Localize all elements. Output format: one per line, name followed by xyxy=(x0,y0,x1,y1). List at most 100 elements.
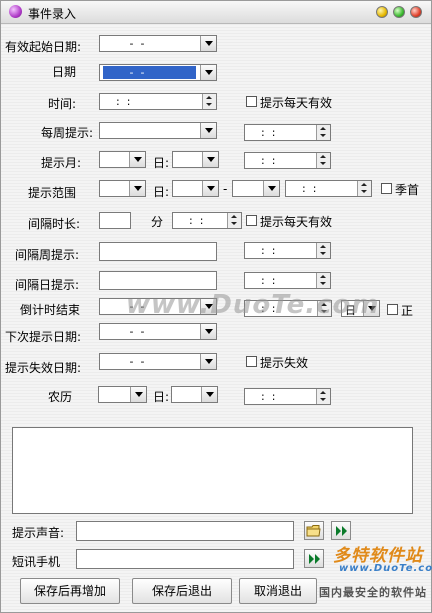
chevron-down-icon[interactable] xyxy=(200,36,216,51)
chevron-down-icon[interactable] xyxy=(129,181,145,196)
event-entry-window: 事件录入 有效起始日期: - - 日期 - - 时间: : : 提示每天有效 每… xyxy=(0,0,432,613)
valid-start-date-label: 有效起始日期: xyxy=(5,40,82,54)
save-and-add-button[interactable]: 保存后再增加 xyxy=(20,578,120,604)
play-icon xyxy=(309,554,320,564)
spinner-arrows-icon[interactable] xyxy=(317,301,331,316)
lunar-month-dropdown[interactable] xyxy=(98,386,147,403)
interval-daily-valid-label: 提示每天有效 xyxy=(260,215,333,229)
chevron-down-icon[interactable] xyxy=(202,152,218,167)
daily-valid-label: 提示每天有效 xyxy=(260,96,333,110)
quarter-first-checkbox[interactable] xyxy=(381,183,392,194)
lunar-day-label: 日: xyxy=(153,390,170,404)
interval-week-time-spinner[interactable]: : : xyxy=(244,242,331,259)
weekly-time-spinner[interactable]: : : xyxy=(244,124,331,141)
minute-label: 分 xyxy=(151,215,164,229)
chevron-down-icon[interactable] xyxy=(130,387,146,402)
countdown-end-label: 倒计时结束 xyxy=(20,303,81,317)
spinner-arrows-icon[interactable] xyxy=(316,125,330,140)
expire-checkbox[interactable] xyxy=(246,356,257,367)
watermark-slogan: 国内最安全的软件站 xyxy=(319,586,427,599)
spinner-arrows-icon[interactable] xyxy=(316,243,330,258)
range-time-spinner[interactable]: : : xyxy=(285,180,372,197)
month-time-spinner[interactable]: : : xyxy=(244,152,331,169)
chevron-down-icon[interactable] xyxy=(200,354,216,369)
interval-day-time-spinner[interactable]: : : xyxy=(244,272,331,289)
spinner-arrows-icon[interactable] xyxy=(357,181,371,196)
positive-label: 正 xyxy=(401,304,414,318)
cancel-exit-button[interactable]: 取消退出 xyxy=(239,578,317,604)
interval-day-input[interactable] xyxy=(99,271,217,290)
chevron-down-icon[interactable] xyxy=(202,181,218,196)
sound-label: 提示声音: xyxy=(12,526,65,540)
expire-date-label: 提示失效日期: xyxy=(5,361,82,375)
time-spinner[interactable]: : : xyxy=(99,93,217,110)
chevron-down-icon[interactable] xyxy=(200,123,216,138)
title-bar: 事件录入 xyxy=(1,1,431,24)
chevron-down-icon[interactable] xyxy=(263,181,279,196)
watermark-logo-url: www.DuoTe.com xyxy=(339,563,432,574)
minimize-button[interactable] xyxy=(376,6,388,18)
spinner-arrows-icon[interactable] xyxy=(316,389,330,404)
app-icon xyxy=(9,5,22,18)
watermark-logo: 多特软件站 xyxy=(333,546,423,566)
spinner-arrows-icon[interactable] xyxy=(316,273,330,288)
weekly-label: 每周提示: xyxy=(41,126,94,140)
chevron-down-icon[interactable] xyxy=(200,324,216,339)
spinner-arrows-icon[interactable] xyxy=(316,153,330,168)
daily-valid-checkbox[interactable] xyxy=(246,96,257,107)
range-start-dropdown[interactable] xyxy=(172,180,219,197)
month-day-dropdown[interactable] xyxy=(172,151,219,168)
month-day-label: 日: xyxy=(153,156,170,170)
interval-day-label: 间隔日提示: xyxy=(15,278,80,292)
interval-week-label: 间隔周提示: xyxy=(15,248,80,262)
save-and-exit-button[interactable]: 保存后退出 xyxy=(132,578,232,604)
close-button[interactable] xyxy=(410,6,422,18)
range-dash: - xyxy=(223,182,228,196)
range-label: 提示范围 xyxy=(28,186,77,200)
expire-date-dropdown[interactable]: - - xyxy=(99,353,217,370)
expire-label: 提示失效 xyxy=(260,356,309,370)
spinner-arrows-icon[interactable] xyxy=(202,94,216,109)
interval-label: 间隔时长: xyxy=(28,217,81,231)
date-label: 日期 xyxy=(52,65,77,79)
interval-time-spinner[interactable]: : : xyxy=(172,212,242,229)
play-icon xyxy=(336,526,347,536)
maximize-button[interactable] xyxy=(393,6,405,18)
folder-icon xyxy=(306,525,321,537)
month-dropdown[interactable] xyxy=(99,151,146,168)
sms-label: 短讯手机 xyxy=(12,555,61,569)
interval-week-input[interactable] xyxy=(99,242,217,261)
open-folder-button[interactable] xyxy=(304,521,324,540)
countdown-unit-dropdown[interactable]: 日 xyxy=(341,300,380,317)
play-sound-button[interactable] xyxy=(331,521,351,540)
month-label: 提示月: xyxy=(41,156,82,170)
countdown-time-spinner[interactable]: : : xyxy=(244,300,332,317)
sms-input[interactable] xyxy=(76,549,294,569)
range-month-dropdown[interactable] xyxy=(99,180,146,197)
lunar-label: 农历 xyxy=(48,390,73,404)
weekly-dropdown[interactable] xyxy=(99,122,217,139)
chevron-down-icon[interactable] xyxy=(129,152,145,167)
send-sms-button[interactable] xyxy=(304,549,324,568)
event-content-textarea[interactable] xyxy=(12,427,413,514)
chevron-down-icon[interactable] xyxy=(201,387,217,402)
positive-checkbox[interactable] xyxy=(387,304,398,315)
next-date-label: 下次提示日期: xyxy=(5,330,82,344)
chevron-down-icon[interactable] xyxy=(200,299,216,314)
chevron-down-icon[interactable] xyxy=(363,301,379,316)
valid-start-date-dropdown[interactable]: - - xyxy=(99,35,217,52)
lunar-time-spinner[interactable]: : : xyxy=(244,388,331,405)
chevron-down-icon[interactable] xyxy=(200,65,216,80)
window-title: 事件录入 xyxy=(28,7,77,21)
spinner-arrows-icon[interactable] xyxy=(227,213,241,228)
date-dropdown[interactable]: - - xyxy=(99,64,217,81)
next-date-dropdown[interactable]: - - xyxy=(99,323,217,340)
range-day-label: 日: xyxy=(153,185,170,199)
range-end-dropdown[interactable] xyxy=(232,180,280,197)
lunar-day-dropdown[interactable] xyxy=(171,386,218,403)
time-label: 时间: xyxy=(48,97,77,111)
countdown-date-dropdown[interactable]: - - xyxy=(99,298,217,315)
sound-input[interactable] xyxy=(76,521,294,541)
interval-daily-valid-checkbox[interactable] xyxy=(246,215,257,226)
interval-input[interactable] xyxy=(99,212,131,229)
